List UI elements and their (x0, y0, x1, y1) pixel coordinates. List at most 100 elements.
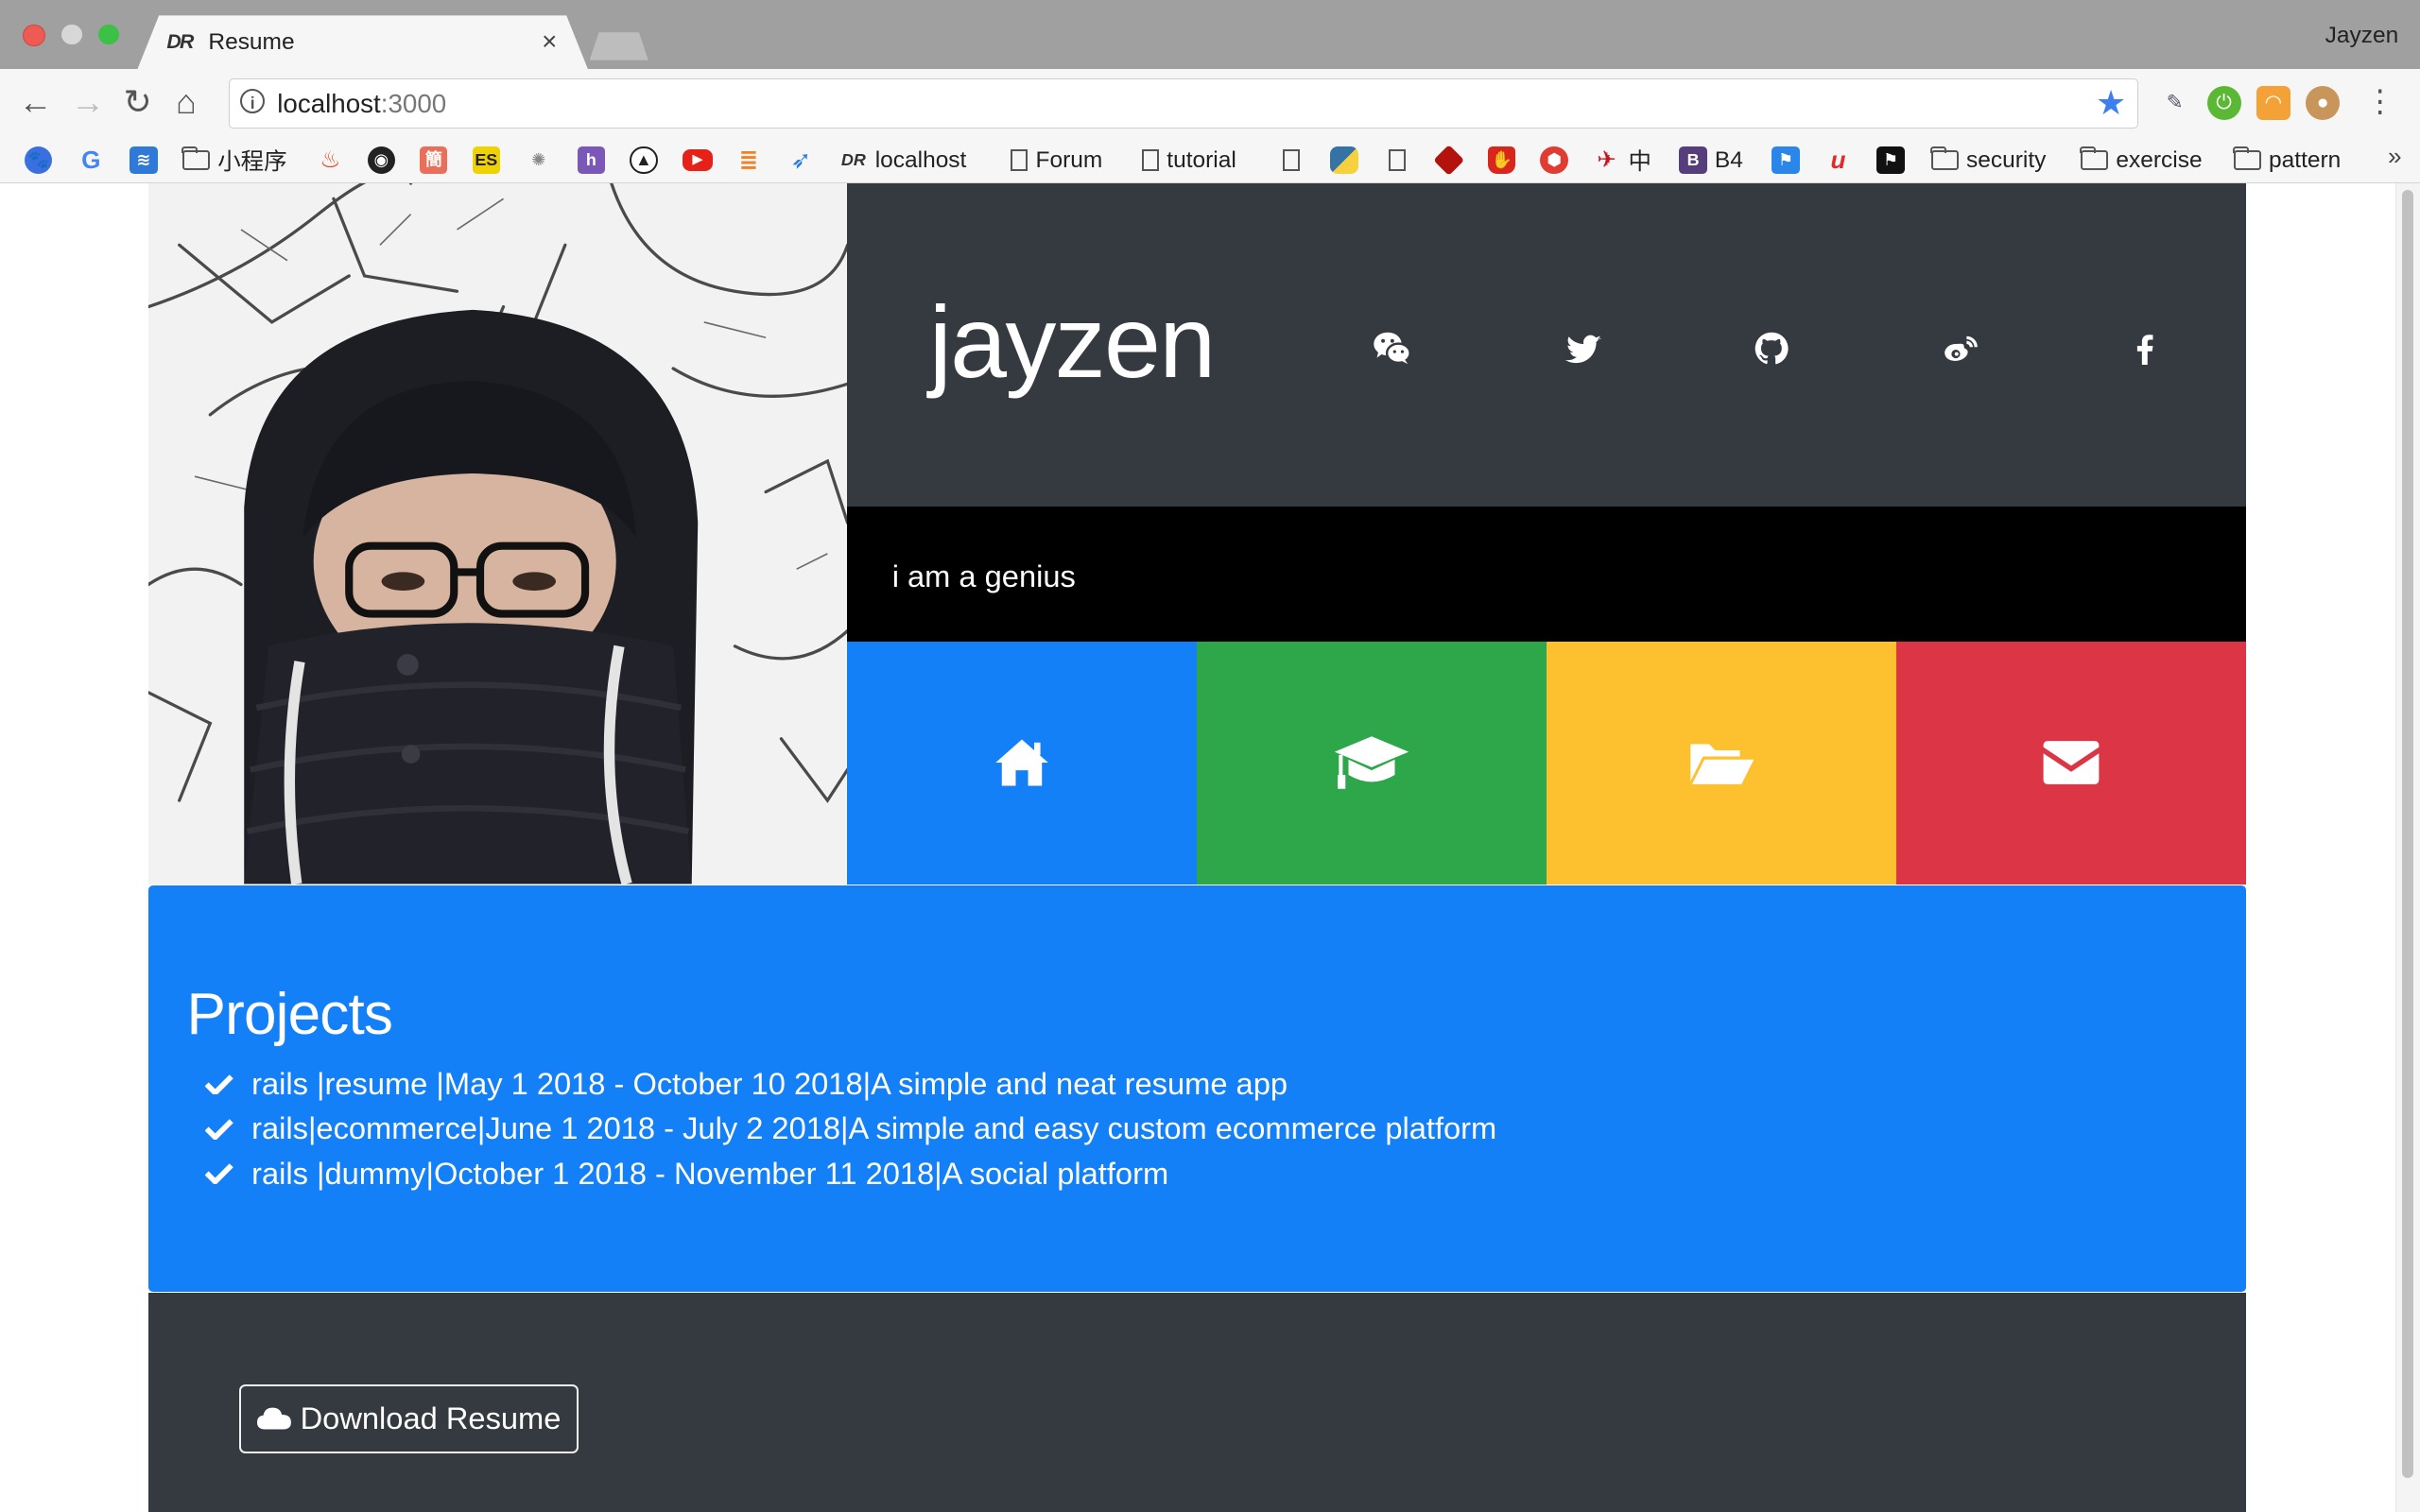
back-icon[interactable]: ← (19, 83, 53, 120)
u-icon: u (1830, 146, 1846, 175)
extensions: ✎ ⏻ ◠ ● (2158, 85, 2341, 122)
profile-name-heading: jayzen (928, 284, 1216, 399)
check-icon (205, 1074, 233, 1095)
bookmark-shield[interactable]: ⬢ (1540, 144, 1568, 178)
close-window-button[interactable] (23, 25, 45, 47)
compass-icon: ▲ (630, 146, 658, 175)
bookmark-star-icon[interactable]: ★ (2096, 83, 2126, 123)
bookmark-doc-1[interactable] (1282, 144, 1300, 178)
bookmark-github[interactable]: ◉ (367, 144, 395, 178)
doc-icon (1282, 149, 1300, 172)
bookmark-h[interactable]: h (577, 144, 605, 178)
shield-icon: ⬢ (1540, 146, 1568, 175)
address-bar[interactable]: i localhost:3000 ★ (228, 78, 2138, 129)
forward-icon[interactable]: → (71, 83, 105, 120)
bookmark-folder-pattern[interactable]: pattern (2233, 144, 2341, 178)
tile-education[interactable] (1197, 642, 1547, 885)
bookmark-es[interactable]: ES (472, 144, 500, 178)
bookmark-u[interactable]: u (1824, 144, 1852, 178)
home-icon[interactable]: ⌂ (176, 83, 197, 120)
bookmark-b4[interactable]: B B4 (1679, 144, 1743, 178)
tagline-text: i am a genius (891, 558, 1076, 593)
scrollbar-thumb[interactable] (2402, 189, 2413, 1479)
bookmark-rocket[interactable]: ➶ (787, 144, 815, 178)
list-item: rails |dummy|October 1 2018 - November 1… (205, 1151, 1496, 1195)
bookmark-google[interactable]: G (78, 144, 105, 178)
github-icon: ◉ (367, 146, 395, 175)
weibo-icon[interactable] (1939, 327, 1982, 370)
bookmark-stackoverflow[interactable]: ≣ (735, 144, 762, 178)
address-url[interactable]: localhost:3000 (277, 89, 446, 119)
layers-icon: ≋ (130, 146, 158, 175)
project-text: rails |dummy|October 1 2018 - November 1… (251, 1155, 1169, 1191)
tile-home[interactable] (847, 642, 1198, 885)
github-icon[interactable] (1750, 327, 1793, 370)
minimize-window-button[interactable] (61, 25, 82, 45)
bookmark-folder-miniprogram[interactable]: 小程序 (182, 144, 287, 178)
folder-open-icon (1690, 744, 1754, 785)
cookie-extension-icon[interactable]: ● (2306, 86, 2341, 121)
youtube-icon: ▶ (682, 149, 714, 172)
bookmark-jianshu[interactable]: 簡 (420, 144, 448, 178)
jianshu-icon: 簡 (420, 146, 448, 175)
maximize-window-button[interactable] (98, 25, 119, 45)
bookmark-folder-security[interactable]: security (1930, 144, 2046, 178)
page-scrollbar[interactable] (2394, 183, 2420, 1512)
profile-header: jayzen (847, 183, 2246, 507)
bookmark-baidu[interactable]: 🐾 (25, 144, 53, 178)
profile-name[interactable]: Jayzen (2325, 23, 2399, 49)
bootstrap-icon: B (1679, 146, 1707, 175)
bookmark-folder-exercise[interactable]: exercise (2080, 144, 2203, 178)
bookmark-localhost[interactable]: DR localhost (839, 144, 966, 178)
google-icon: G (81, 146, 101, 175)
stackoverflow-icon: ≣ (738, 147, 759, 174)
tab-resume[interactable]: DR Resume × (137, 15, 589, 70)
reload-icon[interactable]: ↻ (124, 83, 152, 120)
box-flag-icon: ⚑ (1876, 146, 1905, 175)
download-resume-button[interactable]: Download Resume (239, 1383, 579, 1453)
list-item: rails|ecommerce|June 1 2018 - July 2 201… (205, 1107, 1496, 1151)
tile-projects[interactable] (1546, 642, 1896, 885)
tab-close-icon[interactable]: × (542, 26, 557, 57)
bookmark-ruby[interactable] (1433, 144, 1465, 178)
bookmark-tutorial[interactable]: tutorial (1142, 144, 1236, 178)
bookmark-flame[interactable]: ♨ (317, 144, 344, 178)
translate-extension-icon[interactable]: ✎ (2158, 86, 2192, 120)
bookmark-python[interactable] (1330, 144, 1358, 178)
profile-photo (147, 183, 848, 885)
projects-list: rails |resume |May 1 2018 - October 10 2… (205, 1061, 1496, 1195)
cloud-icon (256, 1407, 291, 1430)
power-extension-icon[interactable]: ⏻ (2206, 86, 2241, 121)
bookmarks-overflow-button[interactable]: » (2388, 142, 2402, 171)
menu-icon[interactable]: ⋮ (2364, 83, 2395, 119)
bookmark-layers[interactable]: ≋ (130, 144, 158, 178)
doc-icon (1142, 149, 1160, 172)
flame-icon: ♨ (320, 147, 341, 174)
graduation-cap-icon (1334, 736, 1409, 790)
bookmark-flag[interactable]: ⚑ (1772, 144, 1800, 178)
rss-extension-icon[interactable]: ◠ (2256, 86, 2290, 121)
bookmark-hand[interactable]: ✋ (1487, 144, 1516, 178)
folder-icon (2233, 146, 2261, 171)
bookmarks-bar: 🐾 G ≋ 小程序 ♨ ◉ 簡 ES ✺ h ▲ ▶ ≣ ➶ DR localho… (0, 137, 2420, 184)
bookmark-bird-zh[interactable]: ✈ 中 (1593, 144, 1651, 178)
doc-icon (1389, 149, 1407, 172)
info-icon[interactable]: i (240, 89, 266, 114)
facebook-icon[interactable] (2124, 327, 2168, 370)
bug-icon: ✺ (531, 150, 546, 170)
bookmark-compass[interactable]: ▲ (630, 144, 658, 178)
projects-section: Projects rails |resume |May 1 2018 - Oct… (147, 885, 2246, 1292)
bookmark-box-flag[interactable]: ⚑ (1876, 144, 1905, 178)
python-icon (1330, 146, 1358, 175)
tile-contact[interactable] (1895, 642, 2246, 885)
bookmark-doc-2[interactable] (1389, 144, 1407, 178)
rocket-icon: ➶ (790, 146, 812, 175)
wechat-icon[interactable] (1371, 327, 1414, 370)
new-tab-button[interactable] (589, 32, 648, 60)
bookmark-bug[interactable]: ✺ (525, 144, 552, 178)
bookmark-youtube[interactable]: ▶ (682, 144, 714, 178)
dr-icon: DR (840, 150, 866, 170)
envelope-icon (2043, 741, 2100, 785)
bookmark-forum[interactable]: Forum (1011, 144, 1102, 178)
twitter-icon[interactable] (1562, 327, 1605, 370)
